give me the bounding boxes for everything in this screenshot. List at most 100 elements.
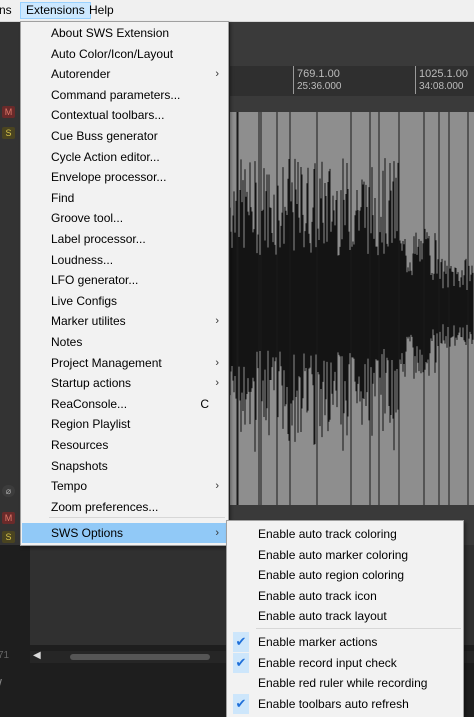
menu-bar: ns Extensions Help: [0, 0, 474, 22]
phase-icon[interactable]: ⌀: [2, 485, 15, 497]
menu-item-loudness[interactable]: Loudness...: [22, 250, 227, 270]
submenu-item-label: Enable toolbars auto refresh: [258, 696, 409, 711]
menu-item-label-processor[interactable]: Label processor...: [22, 229, 227, 249]
menu-item-command-parameters[interactable]: Command parameters...: [22, 85, 227, 105]
menu-item-tempo[interactable]: Tempo ›: [22, 476, 227, 496]
menu-item-startup-actions[interactable]: Startup actions ›: [22, 373, 227, 393]
submenu-item-enable-record-input-check[interactable]: ✔ Enable record input check: [228, 652, 462, 673]
submenu-item-label: Enable marker actions: [258, 635, 378, 649]
submenu-item-enable-auto-track-icon[interactable]: Enable auto track icon: [228, 586, 462, 606]
sws-options-submenu: Enable auto track coloring Enable auto ma…: [226, 520, 464, 717]
menu-item-shortcut: C: [200, 396, 209, 411]
submenu-item-enable-marker-actions[interactable]: ✔ Enable marker actions: [228, 632, 462, 652]
menu-item-contextual-toolbars[interactable]: Contextual toolbars...: [22, 105, 227, 125]
extensions-menu: SWS Options › About SWS Extension Auto Co…: [20, 21, 229, 546]
timeline-number: 71: [0, 650, 10, 661]
menu-item-label: Zoom preferences...: [51, 499, 159, 514]
solo-button[interactable]: S: [2, 127, 15, 139]
ruler-measure-label: 769.1.00: [297, 68, 340, 80]
menu-item-label: Notes: [51, 335, 83, 349]
submenu-item-label: Enable auto marker coloring: [258, 547, 409, 562]
menu-item-live-configs[interactable]: Live Configs: [22, 291, 227, 311]
menu-item-about-sws-extension[interactable]: About SWS Extension: [22, 23, 227, 43]
ruler-time-label: 34:08.000: [419, 81, 464, 92]
slash-icon: /: [0, 676, 2, 692]
menu-item-sws-options[interactable]: SWS Options ›: [22, 523, 227, 543]
waveform-graphic: [230, 112, 474, 505]
submenu-arrow-icon: ›: [215, 68, 219, 81]
menu-item-snapshots[interactable]: Snapshots: [22, 456, 227, 476]
menu-item-label: Resources: [51, 438, 109, 452]
menu-extensions[interactable]: Extensions: [20, 2, 91, 19]
menu-options-truncated[interactable]: ns: [0, 2, 17, 19]
menu-item-envelope-processor[interactable]: Envelope processor...: [22, 167, 227, 187]
submenu-item-label: Enable auto region coloring: [258, 568, 405, 582]
checkmark-icon: ✔: [233, 632, 249, 652]
submenu-item-label: Enable auto track coloring: [258, 527, 397, 541]
submenu-item-enable-auto-track-layout[interactable]: Enable auto track layout: [228, 606, 462, 626]
submenu-item-enable-auto-marker-coloring[interactable]: Enable auto marker coloring: [228, 545, 462, 565]
ruler-tick: [293, 66, 294, 94]
menu-item-label: Loudness...: [51, 252, 114, 267]
submenu-arrow-icon: ›: [215, 315, 219, 328]
menu-item-auto-color-icon-layout[interactable]: Auto Color/Icon/Layout: [22, 44, 227, 64]
submenu-item-enable-auto-track-coloring[interactable]: Enable auto track coloring: [228, 524, 462, 544]
scroll-left-icon[interactable]: ◀: [33, 650, 41, 661]
timeline-ruler[interactable]: 769.1.00 25:36.000 1025.1.00 34:08.000: [230, 66, 474, 96]
mute-button[interactable]: M: [2, 106, 15, 118]
menu-separator: [49, 517, 225, 518]
menu-item-groove-tool[interactable]: Groove tool...: [22, 208, 227, 228]
ruler-tick: [415, 66, 416, 94]
menu-item-label: Live Configs: [51, 293, 118, 308]
media-item-waveform[interactable]: [230, 112, 474, 505]
menu-item-label: About SWS Extension: [51, 26, 170, 40]
menu-item-label: Autorender: [51, 67, 111, 82]
scrollbar-thumb[interactable]: [70, 654, 210, 660]
menu-item-label: Contextual toolbars...: [51, 108, 165, 123]
submenu-arrow-icon: ›: [215, 527, 219, 539]
menu-item-label: Cycle Action editor...: [51, 149, 160, 164]
menu-item-marker-utilites[interactable]: Marker utilites ›: [22, 311, 227, 331]
menu-item-label: Region Playlist: [51, 417, 131, 432]
menu-item-notes[interactable]: Notes: [22, 332, 227, 352]
menu-item-label: Label processor...: [51, 232, 146, 246]
checkmark-icon: ✔: [233, 652, 249, 673]
menu-item-reaconsole[interactable]: ReaConsole... C: [22, 394, 227, 414]
menu-item-find[interactable]: Find: [22, 188, 227, 208]
menu-item-project-management[interactable]: Project Management ›: [22, 353, 227, 373]
menu-help[interactable]: Help: [84, 2, 119, 19]
submenu-item-enable-toolbars-auto-refresh[interactable]: ✔ Enable toolbars auto refresh: [228, 693, 462, 714]
menu-item-label: Groove tool...: [51, 211, 124, 226]
menu-item-resources[interactable]: Resources: [22, 435, 227, 455]
submenu-arrow-icon: ›: [215, 356, 219, 369]
menu-item-label: Startup actions: [51, 376, 132, 391]
menu-item-label: LFO generator...: [51, 273, 139, 288]
menu-item-label: Snapshots: [51, 458, 108, 473]
menu-item-cycle-action-editor[interactable]: Cycle Action editor...: [22, 147, 227, 167]
ruler-time-label: 25:36.000: [297, 81, 342, 92]
menu-item-label: Marker utilites: [51, 314, 126, 329]
mute-button-2[interactable]: M: [2, 512, 15, 524]
ruler-measure-label: 1025.1.00: [419, 68, 468, 80]
menu-item-label: SWS Options: [51, 526, 124, 540]
menu-item-label: ReaConsole...: [51, 396, 128, 411]
menu-item-label: Envelope processor...: [51, 170, 167, 185]
submenu-item-enable-auto-region-coloring[interactable]: Enable auto region coloring: [228, 565, 462, 585]
submenu-arrow-icon: ›: [215, 480, 219, 493]
menu-item-label: Find: [51, 190, 75, 205]
submenu-arrow-icon: ›: [215, 377, 219, 390]
menu-item-label: Project Management: [51, 355, 162, 370]
menu-item-region-playlist[interactable]: Region Playlist: [22, 414, 227, 434]
submenu-item-enable-red-ruler-while-recording[interactable]: Enable red ruler while recording: [228, 673, 462, 693]
menu-item-autorender[interactable]: Autorender ›: [22, 64, 227, 84]
menu-item-lfo-generator[interactable]: LFO generator...: [22, 270, 227, 290]
solo-button-2[interactable]: S: [2, 531, 15, 543]
submenu-item-label: Enable red ruler while recording: [258, 676, 428, 690]
submenu-item-label: Enable record input check: [258, 655, 397, 670]
submenu-item-label: Enable auto track layout: [258, 609, 387, 623]
submenu-item-label: Enable auto track icon: [258, 588, 377, 603]
menu-item-label: Command parameters...: [51, 87, 181, 102]
menu-item-cue-buss-generator[interactable]: Cue Buss generator: [22, 126, 227, 146]
menu-item-zoom-preferences[interactable]: Zoom preferences...: [22, 497, 227, 517]
checkmark-icon: ✔: [233, 693, 249, 714]
